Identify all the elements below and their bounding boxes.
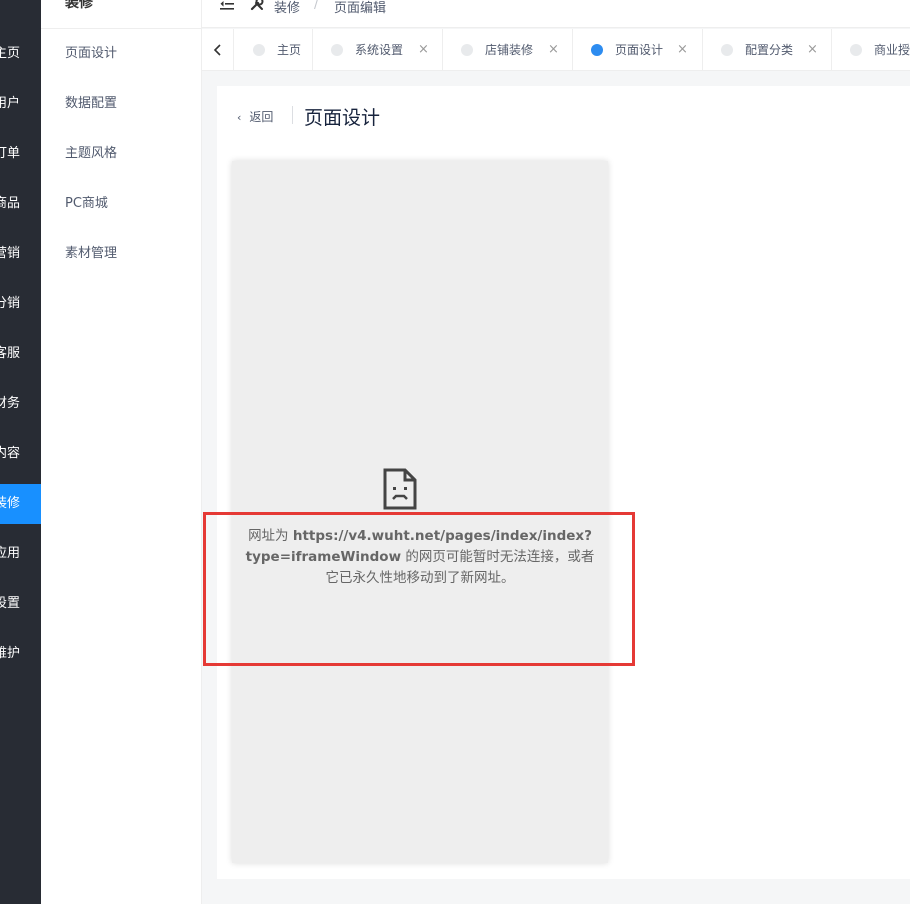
close-icon[interactable]: × [548,29,559,70]
page-title: 页面设计 [304,107,381,129]
tabs-bar: 主页 系统设置 × 店铺装修 × 页面设计 × 配置分类 × 商业授权 [202,29,910,71]
tab-label: 页面设计 [615,43,664,57]
main-nav-item-orders[interactable]: 订单 [0,134,41,174]
tabs-prev-button[interactable] [202,29,234,70]
title-divider [292,106,293,124]
tab-system-settings[interactable]: 系统设置 × [313,29,443,70]
close-icon[interactable]: × [807,29,818,70]
main-nav-item-maintenance[interactable]: 维护 [0,634,41,674]
back-button[interactable]: ‹ 返回 [237,108,273,125]
sub-nav: 装修 页面设计 数据配置 主题风格 PC商城 素材管理 [41,0,202,904]
breadcrumb-page-edit: 页面编辑 [334,1,387,16]
chevron-left-icon: ‹ [237,111,242,124]
tools-icon [250,0,264,15]
main-nav-item-home[interactable]: 主页 [0,34,41,74]
main-nav-item-apps[interactable]: 应用 [0,534,41,574]
tab-status-dot [461,44,473,56]
broken-page-icon [383,468,417,510]
sub-nav-item-theme[interactable]: 主题风格 [65,144,117,164]
phone-preview-frame[interactable]: 网址为 https://v4.wuht.net/pages/index/inde… [232,161,608,863]
main-nav-item-content[interactable]: 内容 [0,434,41,474]
sub-nav-item-data-config[interactable]: 数据配置 [65,94,117,114]
tab-label: 配置分类 [745,43,794,57]
close-icon[interactable]: × [677,29,688,70]
tab-status-dot [591,44,603,56]
breadcrumb-decoration[interactable]: 装修 [274,0,300,16]
chevron-left-icon [213,44,221,56]
main-nav-item-settings[interactable]: 设置 [0,584,41,624]
main-nav-item-distribution[interactable]: 分销 [0,284,41,324]
main-nav: 主页 用户 订单 商品 营销 分销 客服 财务 内容 装修 应用 设置 维护 [0,0,41,904]
main-nav-item-service[interactable]: 客服 [0,334,41,374]
sub-nav-divider [41,28,202,29]
tab-config-category[interactable]: 配置分类 × [703,29,832,70]
breadcrumb-separator: / [314,0,319,12]
content-panel: ‹ 返回 页面设计 网址为 https://v4.wuht.net/pages/i… [217,86,910,879]
main-nav-item-products[interactable]: 商品 [0,184,41,224]
main-nav-item-decoration[interactable]: 装修 [0,484,41,524]
main-nav-item-finance[interactable]: 财务 [0,384,41,424]
menu-fold-icon[interactable] [220,0,236,12]
error-prefix: 网址为 [248,528,293,544]
close-icon[interactable]: × [418,29,429,70]
sub-nav-item-materials[interactable]: 素材管理 [65,244,117,264]
iframe-error-message: 网址为 https://v4.wuht.net/pages/index/inde… [232,526,608,589]
main-nav-item-users[interactable]: 用户 [0,84,41,124]
tab-status-dot [253,44,265,56]
tab-home[interactable]: 主页 [235,29,313,70]
tab-status-dot [850,44,862,56]
main-nav-item-marketing[interactable]: 营销 [0,234,41,274]
sub-nav-item-page-design[interactable]: 页面设计 [65,44,117,64]
sub-nav-item-pc-mall[interactable]: PC商城 [65,194,108,214]
tab-label: 店铺装修 [485,43,534,57]
sub-nav-title: 装修 [65,0,93,11]
tab-page-design[interactable]: 页面设计 × [573,29,703,70]
tab-label: 主页 [277,43,302,57]
tab-label: 系统设置 [355,43,404,57]
header: 装修 / 页面编辑 [202,0,910,28]
tab-status-dot [331,44,343,56]
tab-store-decoration[interactable]: 店铺装修 × [443,29,573,70]
tab-label: 商业授权 [874,43,910,57]
tab-business-license[interactable]: 商业授权 [832,29,910,70]
tab-status-dot [721,44,733,56]
back-label: 返回 [249,110,274,124]
